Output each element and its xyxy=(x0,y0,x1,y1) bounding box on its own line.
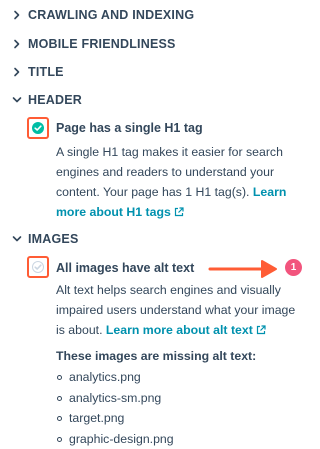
bullet-icon xyxy=(57,416,62,421)
images-check-description: Alt text helps search engines and visual… xyxy=(56,280,296,340)
section-label: CRAWLING AND INDEXING xyxy=(28,8,195,22)
images-check-title: All images have alt text xyxy=(56,261,195,275)
image-filename: analytics.png xyxy=(69,370,141,384)
missing-alt-list: analytics.png analytics-sm.png target.pn… xyxy=(56,367,174,449)
section-title[interactable]: TITLE xyxy=(0,62,312,84)
section-mobile-friendliness[interactable]: MOBILE FRIENDLINESS xyxy=(0,34,312,56)
external-link-icon xyxy=(174,203,184,217)
description-text: A single H1 tag makes it easier for sear… xyxy=(56,145,283,199)
bullet-icon xyxy=(57,436,62,442)
chevron-down-icon xyxy=(12,234,22,244)
chevron-right-icon xyxy=(12,39,22,49)
arrow-right-icon xyxy=(208,258,282,280)
list-item: analytics.png xyxy=(56,367,174,388)
section-label: IMAGES xyxy=(28,232,79,246)
check-circle-icon xyxy=(32,122,44,134)
list-item: target.png xyxy=(56,408,174,429)
header-check-highlight xyxy=(27,117,49,139)
missing-alt-heading: These images are missing alt text: xyxy=(56,349,257,363)
chevron-right-icon xyxy=(12,67,22,77)
chevron-right-icon xyxy=(12,10,22,20)
image-filename: graphic-design.png xyxy=(69,431,174,446)
list-item: analytics-sm.png xyxy=(56,388,174,409)
external-link-icon xyxy=(256,321,266,335)
check-circle-muted-icon xyxy=(32,261,44,273)
list-item: graphic-design.png xyxy=(56,429,174,449)
image-filename: target.png xyxy=(69,411,125,425)
issue-count-badge: 1 xyxy=(285,259,302,276)
bullet-icon xyxy=(57,375,62,380)
header-check-title: Page has a single H1 tag xyxy=(56,121,203,135)
images-check-highlight xyxy=(27,256,49,278)
chevron-down-icon xyxy=(12,95,22,105)
header-check-description: A single H1 tag makes it easier for sear… xyxy=(56,142,296,222)
image-filename: analytics-sm.png xyxy=(69,390,162,405)
section-crawling-and-indexing[interactable]: CRAWLING AND INDEXING xyxy=(0,5,312,27)
section-label: MOBILE FRIENDLINESS xyxy=(28,37,176,51)
section-label: HEADER xyxy=(28,93,82,107)
section-header[interactable]: HEADER xyxy=(0,90,312,112)
learn-more-alt-text-link[interactable]: Learn more about alt text xyxy=(106,323,253,337)
bullet-icon xyxy=(57,395,62,401)
section-label: TITLE xyxy=(28,65,64,79)
section-images[interactable]: IMAGES xyxy=(0,229,312,251)
